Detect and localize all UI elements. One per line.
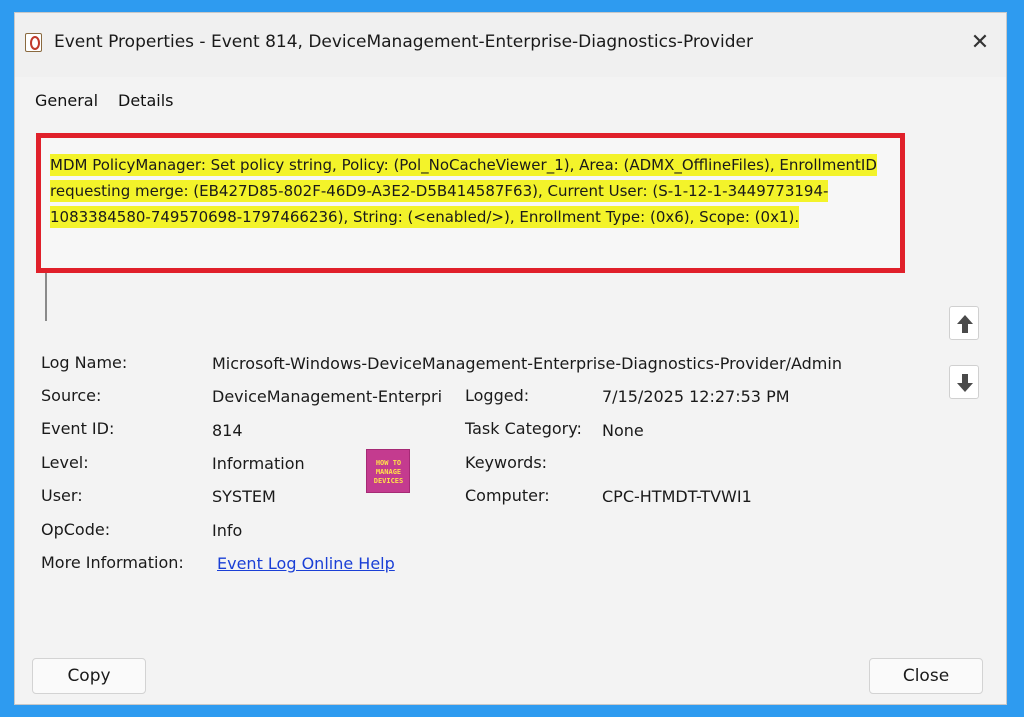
- event-id-label: Event ID:: [41, 419, 115, 438]
- next-event-button[interactable]: [949, 365, 979, 399]
- source-label: Source:: [41, 386, 102, 405]
- level-value: Information: [212, 454, 305, 473]
- event-description-text: MDM PolicyManager: Set policy string, Po…: [50, 154, 877, 228]
- keywords-label: Keywords:: [465, 453, 548, 472]
- task-category-label: Task Category:: [465, 419, 582, 438]
- previous-event-button[interactable]: [949, 306, 979, 340]
- log-name-label: Log Name:: [41, 353, 128, 372]
- user-label: User:: [41, 486, 83, 505]
- level-label: Level:: [41, 453, 89, 472]
- arrow-down-icon: [957, 374, 973, 392]
- tab-details[interactable]: Details: [118, 91, 173, 110]
- title-bar: Event Properties - Event 814, DeviceMana…: [15, 13, 1006, 77]
- source-value: DeviceManagement-Enterpri: [212, 387, 443, 406]
- more-information-label: More Information:: [41, 553, 184, 572]
- logged-value: 7/15/2025 12:27:53 PM: [602, 387, 790, 406]
- description-scroll-edge: [45, 273, 47, 321]
- event-viewer-app-icon: [25, 33, 42, 52]
- task-category-value: None: [602, 421, 644, 440]
- computer-label: Computer:: [465, 486, 550, 505]
- logo-line-1: HOW TO: [375, 459, 402, 467]
- copy-button[interactable]: Copy: [32, 658, 146, 694]
- event-log-online-help-link[interactable]: Event Log Online Help: [217, 554, 395, 573]
- user-value: SYSTEM: [212, 487, 276, 506]
- logo-line-3: DEVICES: [373, 477, 404, 485]
- window-title: Event Properties - Event 814, DeviceMana…: [54, 32, 753, 52]
- opcode-label: OpCode:: [41, 520, 111, 539]
- tab-general[interactable]: General: [33, 91, 100, 116]
- computer-value: CPC-HTMDT-TVWI1: [602, 487, 752, 506]
- arrow-up-icon: [957, 315, 973, 333]
- event-id-value: 814: [212, 421, 243, 440]
- event-description-box: MDM PolicyManager: Set policy string, Po…: [36, 133, 905, 273]
- logged-label: Logged:: [465, 386, 530, 405]
- how-to-manage-devices-logo: HOW TO MANAGE DEVICES: [366, 449, 410, 493]
- logo-line-2: MANAGE: [375, 468, 402, 476]
- log-name-value: Microsoft-Windows-DeviceManagement-Enter…: [212, 354, 842, 373]
- opcode-value: Info: [212, 521, 243, 540]
- event-properties-window: Event Properties - Event 814, DeviceMana…: [14, 12, 1007, 705]
- event-description[interactable]: MDM PolicyManager: Set policy string, Po…: [50, 152, 898, 230]
- close-button[interactable]: Close: [869, 658, 983, 694]
- close-icon[interactable]: ✕: [968, 31, 992, 55]
